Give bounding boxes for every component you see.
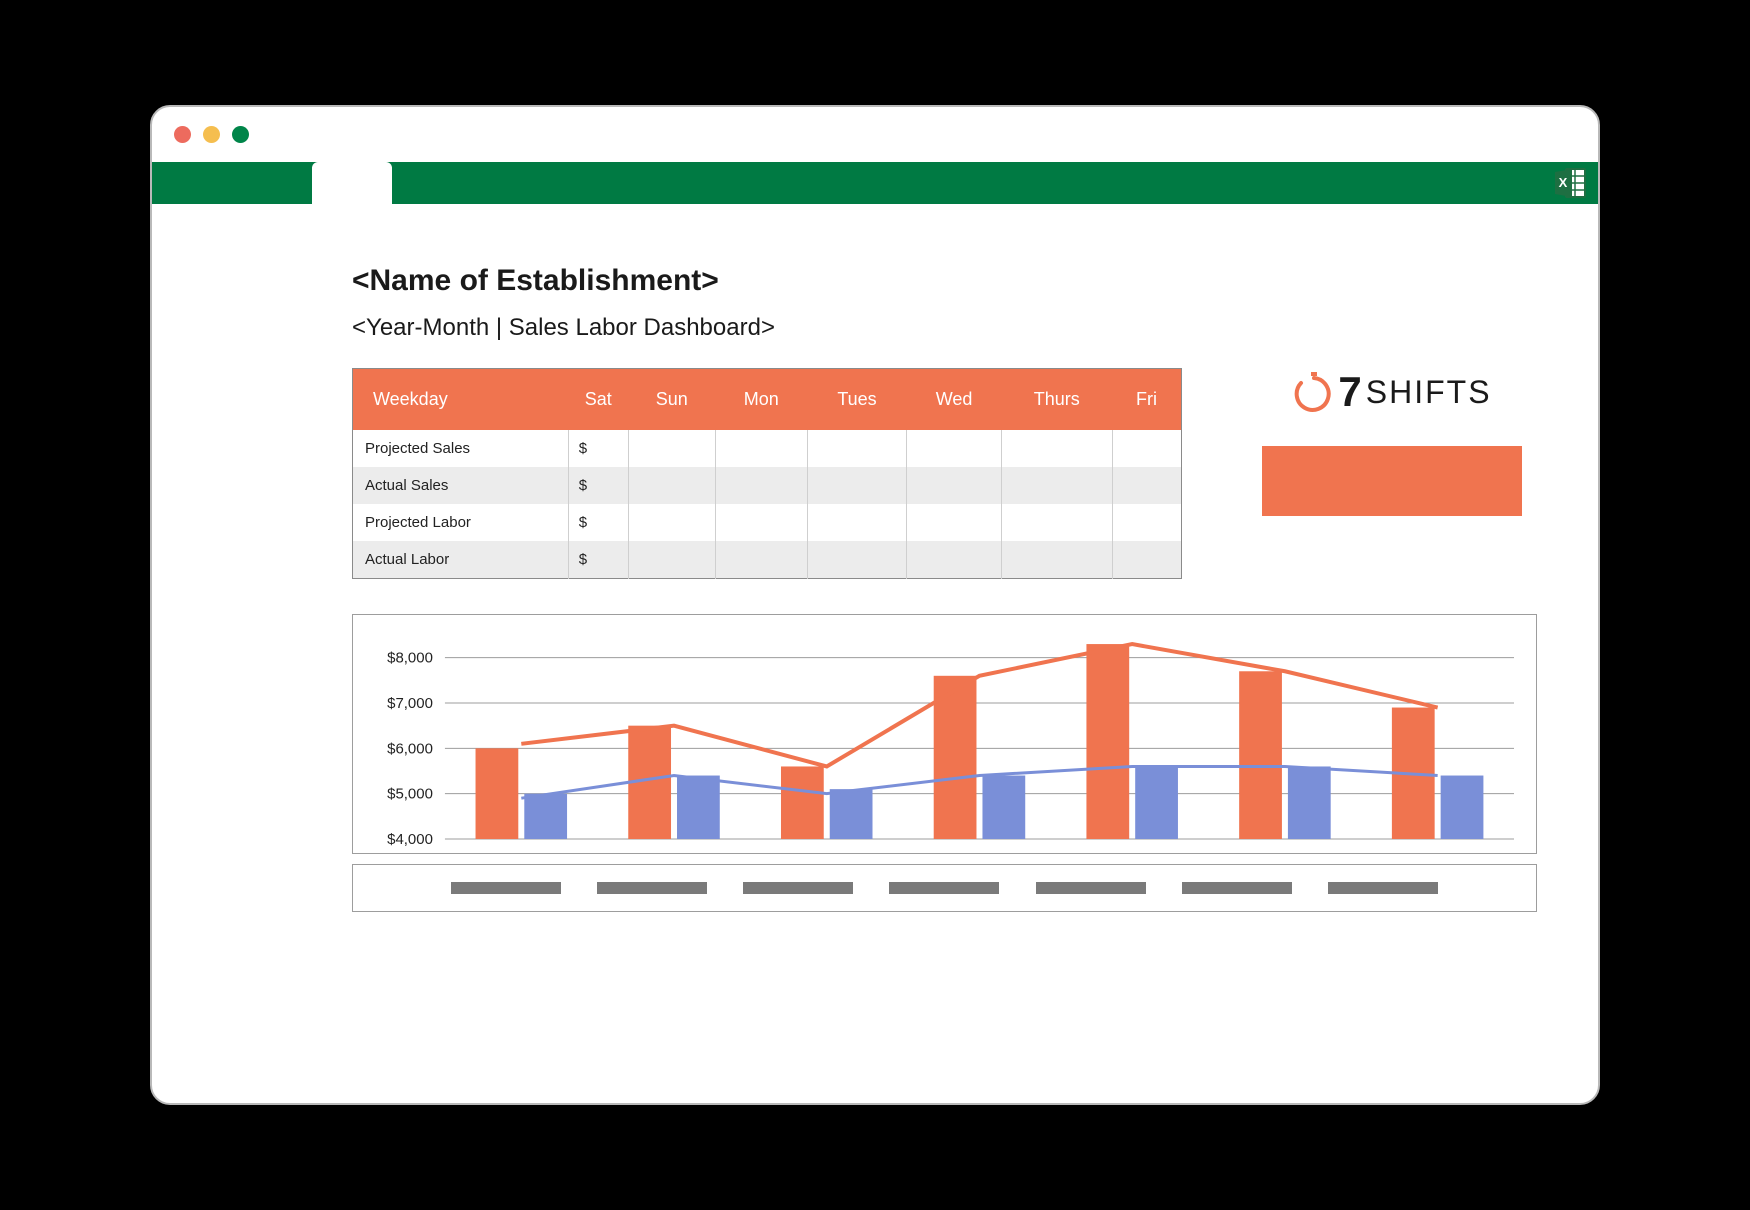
accent-block — [1262, 446, 1522, 516]
cell[interactable] — [807, 504, 906, 541]
cell[interactable] — [1112, 504, 1182, 541]
minimize-icon[interactable] — [203, 126, 220, 143]
content-area: <Name of Establishment> <Year-Month | Sa… — [152, 204, 1598, 942]
col-mon: Mon — [715, 369, 807, 431]
legend-item — [743, 882, 853, 894]
row-label: Actual Labor — [353, 541, 569, 578]
col-fri: Fri — [1112, 369, 1182, 431]
cell[interactable] — [807, 541, 906, 578]
cell[interactable] — [1112, 430, 1182, 467]
row-unit: $ — [568, 430, 628, 467]
svg-text:$8,000: $8,000 — [387, 649, 433, 666]
close-icon[interactable] — [174, 126, 191, 143]
cell[interactable] — [1002, 430, 1112, 467]
legend-item — [889, 882, 999, 894]
legend-item — [1182, 882, 1292, 894]
active-tab[interactable] — [312, 162, 392, 204]
maximize-icon[interactable] — [232, 126, 249, 143]
col-weekday: Weekday — [353, 369, 569, 431]
logo-text: SHIFTS — [1366, 374, 1492, 411]
cell[interactable] — [628, 504, 715, 541]
cell[interactable] — [628, 541, 715, 578]
table-row: Projected Labor$ — [353, 504, 1182, 541]
page-title: <Name of Establishment> — [352, 264, 1528, 298]
cell[interactable] — [907, 541, 1002, 578]
col-sat: Sat — [568, 369, 628, 431]
row-label: Projected Labor — [353, 504, 569, 541]
cell[interactable] — [715, 541, 807, 578]
legend-item — [451, 882, 561, 894]
brand-logo: 7 SHIFTS — [1292, 368, 1491, 416]
table-row: Actual Labor$ — [353, 541, 1182, 578]
chart-legend — [352, 864, 1537, 912]
app-window: X <Name of Establishment> <Year-Month | … — [150, 105, 1600, 1105]
cell[interactable] — [1002, 541, 1112, 578]
logo-seven: 7 — [1338, 368, 1363, 416]
cell[interactable] — [807, 430, 906, 467]
stopwatch-icon — [1292, 370, 1336, 414]
cell[interactable] — [628, 467, 715, 504]
cell[interactable] — [1112, 467, 1182, 504]
cell[interactable] — [715, 467, 807, 504]
cell[interactable] — [628, 430, 715, 467]
svg-text:$4,000: $4,000 — [387, 830, 433, 846]
weekday-table: Weekday Sat Sun Mon Tues Wed Thurs Fri P… — [352, 368, 1182, 579]
ribbon-bar: X — [152, 162, 1598, 204]
col-tues: Tues — [807, 369, 906, 431]
svg-text:$7,000: $7,000 — [387, 694, 433, 711]
legend-item — [1328, 882, 1438, 894]
row-unit: $ — [568, 467, 628, 504]
row-label: Projected Sales — [353, 430, 569, 467]
excel-icon: X — [1552, 165, 1588, 206]
cell[interactable] — [1002, 467, 1112, 504]
cell[interactable] — [715, 430, 807, 467]
cell[interactable] — [715, 504, 807, 541]
legend-item — [597, 882, 707, 894]
page-subtitle: <Year-Month | Sales Labor Dashboard> — [352, 314, 1528, 342]
table-row: Actual Sales$ — [353, 467, 1182, 504]
col-thurs: Thurs — [1002, 369, 1112, 431]
col-wed: Wed — [907, 369, 1002, 431]
cell[interactable] — [907, 504, 1002, 541]
row-label: Actual Sales — [353, 467, 569, 504]
cell[interactable] — [1002, 504, 1112, 541]
cell[interactable] — [907, 430, 1002, 467]
row-unit: $ — [568, 504, 628, 541]
row-unit: $ — [568, 541, 628, 578]
cell[interactable] — [1112, 541, 1182, 578]
cell[interactable] — [907, 467, 1002, 504]
col-sun: Sun — [628, 369, 715, 431]
sales-chart: $8,000 $7,000 $6,000 $5,000 $4,000 — [352, 614, 1537, 854]
table-row: Projected Sales$ — [353, 430, 1182, 467]
legend-item — [1036, 882, 1146, 894]
svg-text:X: X — [1559, 175, 1568, 190]
cell[interactable] — [807, 467, 906, 504]
svg-text:$5,000: $5,000 — [387, 785, 433, 802]
window-titlebar — [152, 107, 1598, 162]
svg-text:$6,000: $6,000 — [387, 740, 433, 757]
